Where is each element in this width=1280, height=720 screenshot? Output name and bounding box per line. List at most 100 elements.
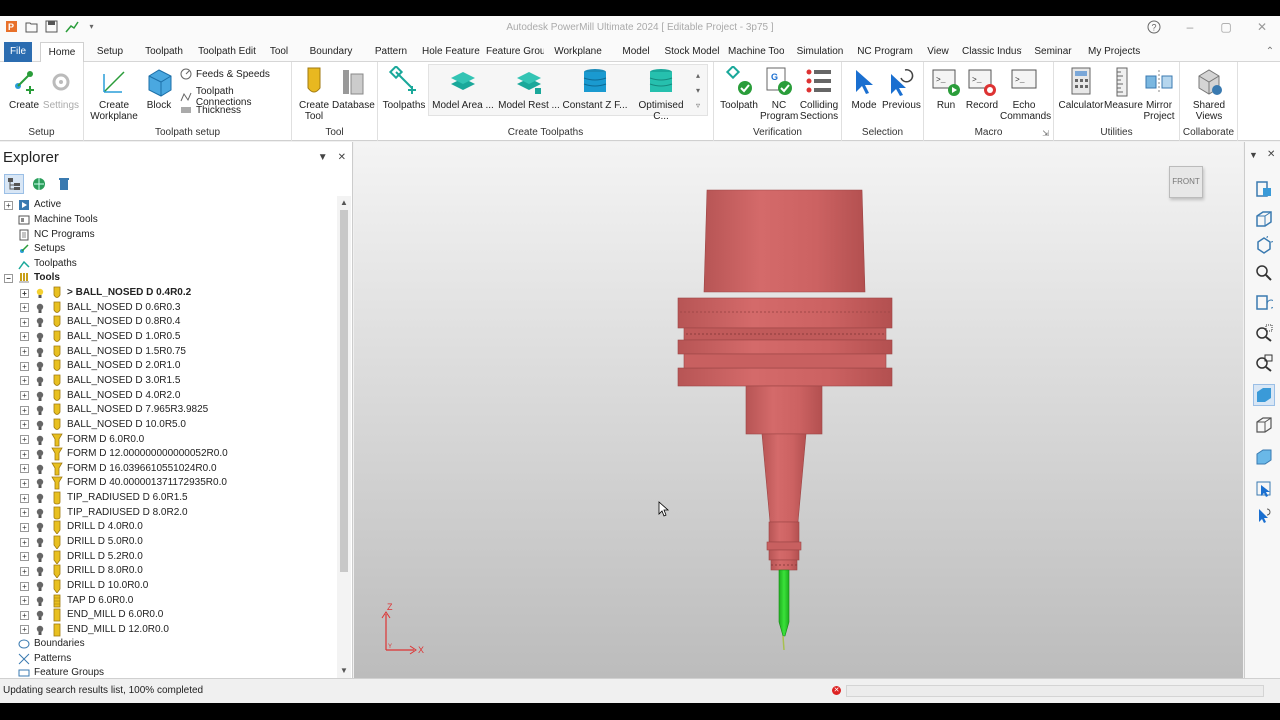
light-bulb-icon[interactable] bbox=[33, 608, 47, 622]
expand-icon[interactable]: + bbox=[20, 478, 29, 488]
zoom-icon[interactable] bbox=[1253, 262, 1275, 284]
macro-run-button[interactable]: >_ Run bbox=[928, 66, 964, 111]
tab-setup[interactable]: Setup bbox=[92, 42, 128, 62]
expand-icon[interactable]: + bbox=[20, 347, 29, 357]
tool-item[interactable]: + > BALL_NOSED D 0.4R0.2 bbox=[20, 286, 191, 300]
calculator-button[interactable]: Calculator bbox=[1058, 66, 1104, 111]
wireframe-view-icon[interactable] bbox=[1253, 414, 1275, 436]
tool-item[interactable]: + BALL_NOSED D 7.965R3.9825 bbox=[20, 403, 208, 417]
explorer-delete-icon[interactable] bbox=[54, 174, 74, 194]
light-bulb-icon[interactable] bbox=[33, 359, 47, 373]
expand-icon[interactable]: + bbox=[20, 361, 29, 371]
light-bulb-icon[interactable] bbox=[33, 476, 47, 490]
light-bulb-icon[interactable] bbox=[33, 418, 47, 432]
light-bulb-icon[interactable] bbox=[33, 286, 47, 300]
tool-item[interactable]: + TIP_RADIUSED D 6.0R1.5 bbox=[20, 491, 188, 505]
light-bulb-icon[interactable] bbox=[33, 330, 47, 344]
selection-previous-button[interactable]: Previous bbox=[882, 66, 921, 111]
gallery-scroll[interactable]: ▴ ▾ ▿ bbox=[696, 68, 700, 113]
tab-workplane[interactable]: Workplane bbox=[554, 42, 602, 62]
expand-icon[interactable]: + bbox=[20, 376, 29, 386]
select-previous-icon[interactable] bbox=[1253, 504, 1275, 526]
tree-item-toolpaths[interactable]: Toolpaths bbox=[17, 257, 77, 271]
settings-button[interactable]: Settings bbox=[42, 66, 80, 111]
light-bulb-icon[interactable] bbox=[33, 491, 47, 505]
tab-boundary[interactable]: Boundary bbox=[306, 42, 356, 62]
tree-item-patterns[interactable]: Patterns bbox=[17, 652, 71, 666]
tool-item[interactable]: + END_MILL D 12.0R0.0 bbox=[20, 623, 169, 637]
expand-icon[interactable]: + bbox=[20, 552, 29, 562]
tool-item[interactable]: + BALL_NOSED D 0.6R0.3 bbox=[20, 301, 180, 315]
feeds-speeds-button[interactable]: Feeds & Speeds bbox=[180, 68, 270, 80]
stock-view-icon[interactable] bbox=[1253, 446, 1275, 468]
tab-stock-model[interactable]: Stock Model bbox=[664, 42, 720, 62]
zoom-extents-icon[interactable] bbox=[1253, 352, 1275, 374]
tab-hole-feature[interactable]: Hole Feature S bbox=[422, 42, 480, 62]
block-button[interactable]: Block bbox=[142, 66, 176, 111]
expand-icon[interactable]: + bbox=[20, 464, 29, 474]
close-button[interactable]: ✕ bbox=[1244, 16, 1280, 38]
create-tool-button[interactable]: Create Tool bbox=[296, 66, 332, 122]
tool-item[interactable]: + DRILL D 5.2R0.0 bbox=[20, 550, 143, 564]
tool-item[interactable]: + BALL_NOSED D 1.0R0.5 bbox=[20, 330, 180, 344]
tool-item[interactable]: + BALL_NOSED D 3.0R1.5 bbox=[20, 374, 180, 388]
viewcube-front[interactable]: FRONT bbox=[1169, 166, 1203, 198]
optimised-button[interactable]: Optimised C... bbox=[630, 66, 692, 122]
constant-z-button[interactable]: Constant Z F... bbox=[562, 66, 628, 111]
view-iso-icon[interactable] bbox=[1253, 178, 1275, 200]
expand-icon[interactable]: + bbox=[20, 405, 29, 415]
tool-item[interactable]: + TAP D 6.0R0.0 bbox=[20, 594, 133, 608]
tab-toolpath-edit[interactable]: Toolpath Edit bbox=[196, 42, 258, 62]
light-bulb-icon[interactable] bbox=[33, 535, 47, 549]
tab-simulation[interactable]: Simulation bbox=[796, 42, 844, 62]
select-view-icon[interactable] bbox=[1253, 478, 1275, 500]
refresh-view-icon[interactable] bbox=[1253, 292, 1275, 314]
tab-home[interactable]: Home bbox=[40, 42, 84, 62]
expand-icon[interactable]: + bbox=[20, 317, 29, 327]
light-bulb-icon[interactable] bbox=[33, 447, 47, 461]
maximize-button[interactable]: ▢ bbox=[1208, 16, 1244, 38]
view-toolbar-close-icon[interactable]: ✕ bbox=[1267, 149, 1275, 160]
tool-item[interactable]: + FORM D 6.0R0.0 bbox=[20, 433, 144, 447]
graphics-viewport[interactable]: Z X Y FRONT bbox=[354, 142, 1243, 678]
expand-icon[interactable]: + bbox=[20, 288, 29, 298]
create-workplane-button[interactable]: Create Workplane bbox=[88, 66, 140, 122]
view-toolbar-menu-icon[interactable]: ▼ bbox=[1249, 150, 1258, 160]
tool-item[interactable]: + END_MILL D 6.0R0.0 bbox=[20, 608, 163, 622]
status-error-icon[interactable]: ✕ bbox=[832, 686, 841, 695]
tab-seminar[interactable]: Seminar bbox=[1034, 42, 1072, 62]
view-box-icon[interactable] bbox=[1253, 208, 1275, 230]
light-bulb-icon[interactable] bbox=[33, 315, 47, 329]
expand-icon[interactable]: + bbox=[20, 537, 29, 547]
light-bulb-icon[interactable] bbox=[33, 520, 47, 534]
tool-item[interactable]: + DRILL D 10.0R0.0 bbox=[20, 579, 148, 593]
model-area-button[interactable]: Model Area ... bbox=[430, 66, 496, 111]
tree-item-machine-tools[interactable]: Machine Tools bbox=[17, 213, 98, 227]
tool-item[interactable]: + BALL_NOSED D 1.5R0.75 bbox=[20, 345, 186, 359]
expand-icon[interactable]: + bbox=[20, 391, 29, 401]
minimize-button[interactable]: – bbox=[1172, 16, 1208, 38]
explorer-close-icon[interactable]: ✕ bbox=[338, 152, 346, 163]
light-bulb-icon[interactable] bbox=[33, 550, 47, 564]
echo-commands-button[interactable]: >_ Echo Commands bbox=[1000, 66, 1051, 122]
selection-mode-button[interactable]: Mode bbox=[846, 66, 882, 111]
shared-views-button[interactable]: Shared Views bbox=[1186, 66, 1232, 122]
expand-icon[interactable]: + bbox=[20, 449, 29, 459]
expand-icon[interactable]: + bbox=[20, 610, 29, 620]
thickness-button[interactable]: Thickness bbox=[180, 104, 241, 116]
expand-icon[interactable]: + bbox=[20, 566, 29, 576]
scroll-thumb[interactable] bbox=[340, 210, 348, 572]
view-rotate-icon[interactable] bbox=[1253, 234, 1275, 256]
light-bulb-icon[interactable] bbox=[33, 594, 47, 608]
tool-item[interactable]: + BALL_NOSED D 2.0R1.0 bbox=[20, 359, 180, 373]
scroll-up-icon[interactable]: ▲ bbox=[337, 196, 351, 210]
verify-nc-program-button[interactable]: G NC Program bbox=[760, 66, 798, 122]
expand-icon[interactable]: + bbox=[20, 332, 29, 342]
create-setup-button[interactable]: Create bbox=[6, 66, 42, 111]
tab-model[interactable]: Model bbox=[620, 42, 652, 62]
tab-toolpath[interactable]: Toolpath bbox=[140, 42, 188, 62]
tree-item-nc-programs[interactable]: NC Programs bbox=[17, 228, 95, 242]
tool-item[interactable]: + DRILL D 8.0R0.0 bbox=[20, 564, 143, 579]
zoom-box-icon[interactable] bbox=[1253, 322, 1275, 344]
light-bulb-icon[interactable] bbox=[33, 623, 47, 637]
